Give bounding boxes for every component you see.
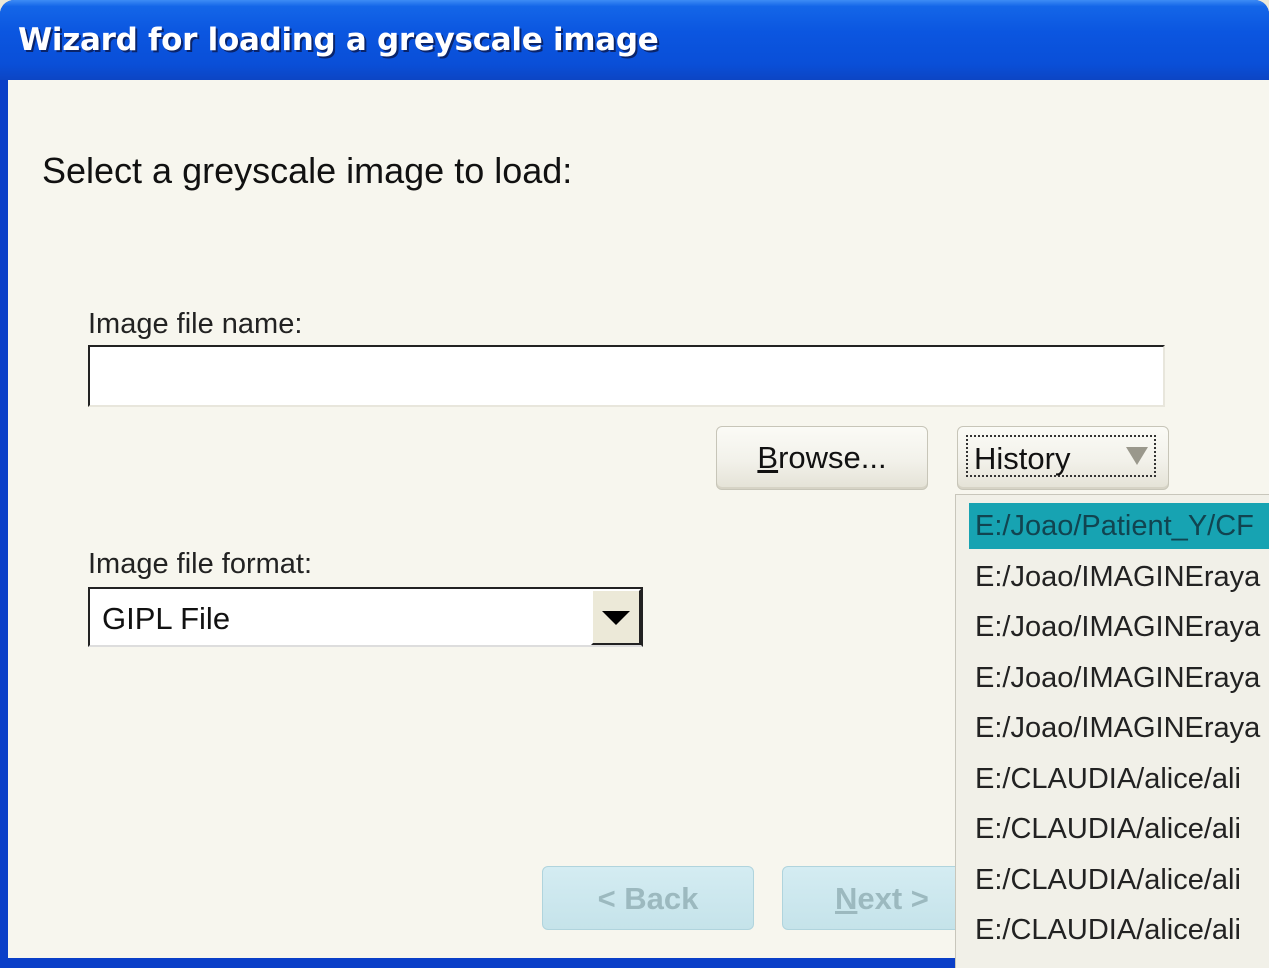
image-file-format-label: Image file format:: [88, 548, 313, 580]
history-list-item[interactable]: E:/CLAUDIA/alice/ali: [969, 907, 1269, 953]
format-selected-value: GIPL File: [102, 601, 231, 636]
history-list-item[interactable]: E:/CLAUDIA/alice/ali: [969, 806, 1269, 852]
dropdown-triangle-icon: [1126, 447, 1148, 465]
wizard-window: Wizard for loading a greyscale image Sel…: [0, 0, 1269, 968]
history-dropdown-button[interactable]: History: [957, 426, 1169, 490]
browse-button-label: Browse...: [757, 440, 887, 475]
history-list-item[interactable]: E:/Joao/IMAGINEraya: [969, 554, 1269, 600]
history-list-item[interactable]: E:/Joao/IMAGINEraya: [969, 604, 1269, 650]
next-button-label: Next >: [835, 881, 929, 916]
back-button[interactable]: < Back: [542, 866, 754, 930]
history-list-item[interactable]: E:/Joao/IMAGINEraya: [969, 655, 1269, 701]
image-file-format-select[interactable]: GIPL File: [88, 587, 643, 647]
history-list-item[interactable]: E:/CLAUDIA/alice/ali: [969, 857, 1269, 903]
image-file-name-input[interactable]: [88, 345, 1165, 407]
history-list-item[interactable]: E:/Joao/Patient_Y/CF: [969, 503, 1269, 549]
history-list-item[interactable]: E:/CLAUDIA/alice/ali: [969, 756, 1269, 802]
window-title: Wizard for loading a greyscale image: [18, 22, 659, 58]
page-heading: Select a greyscale image to load:: [42, 150, 573, 191]
history-list-item[interactable]: E:/Joao/IMAGINEraya: [969, 705, 1269, 751]
chevron-down-icon: [602, 611, 630, 625]
image-file-name-label: Image file name:: [88, 308, 303, 340]
format-dropdown-button[interactable]: [591, 589, 641, 645]
history-dropdown-list[interactable]: E:/Joao/Patient_Y/CF E:/Joao/IMAGINEraya E…: [955, 494, 1269, 968]
title-bar[interactable]: Wizard for loading a greyscale image: [0, 0, 1269, 80]
history-button-label: History: [974, 441, 1071, 476]
browse-button[interactable]: Browse...: [716, 426, 928, 490]
